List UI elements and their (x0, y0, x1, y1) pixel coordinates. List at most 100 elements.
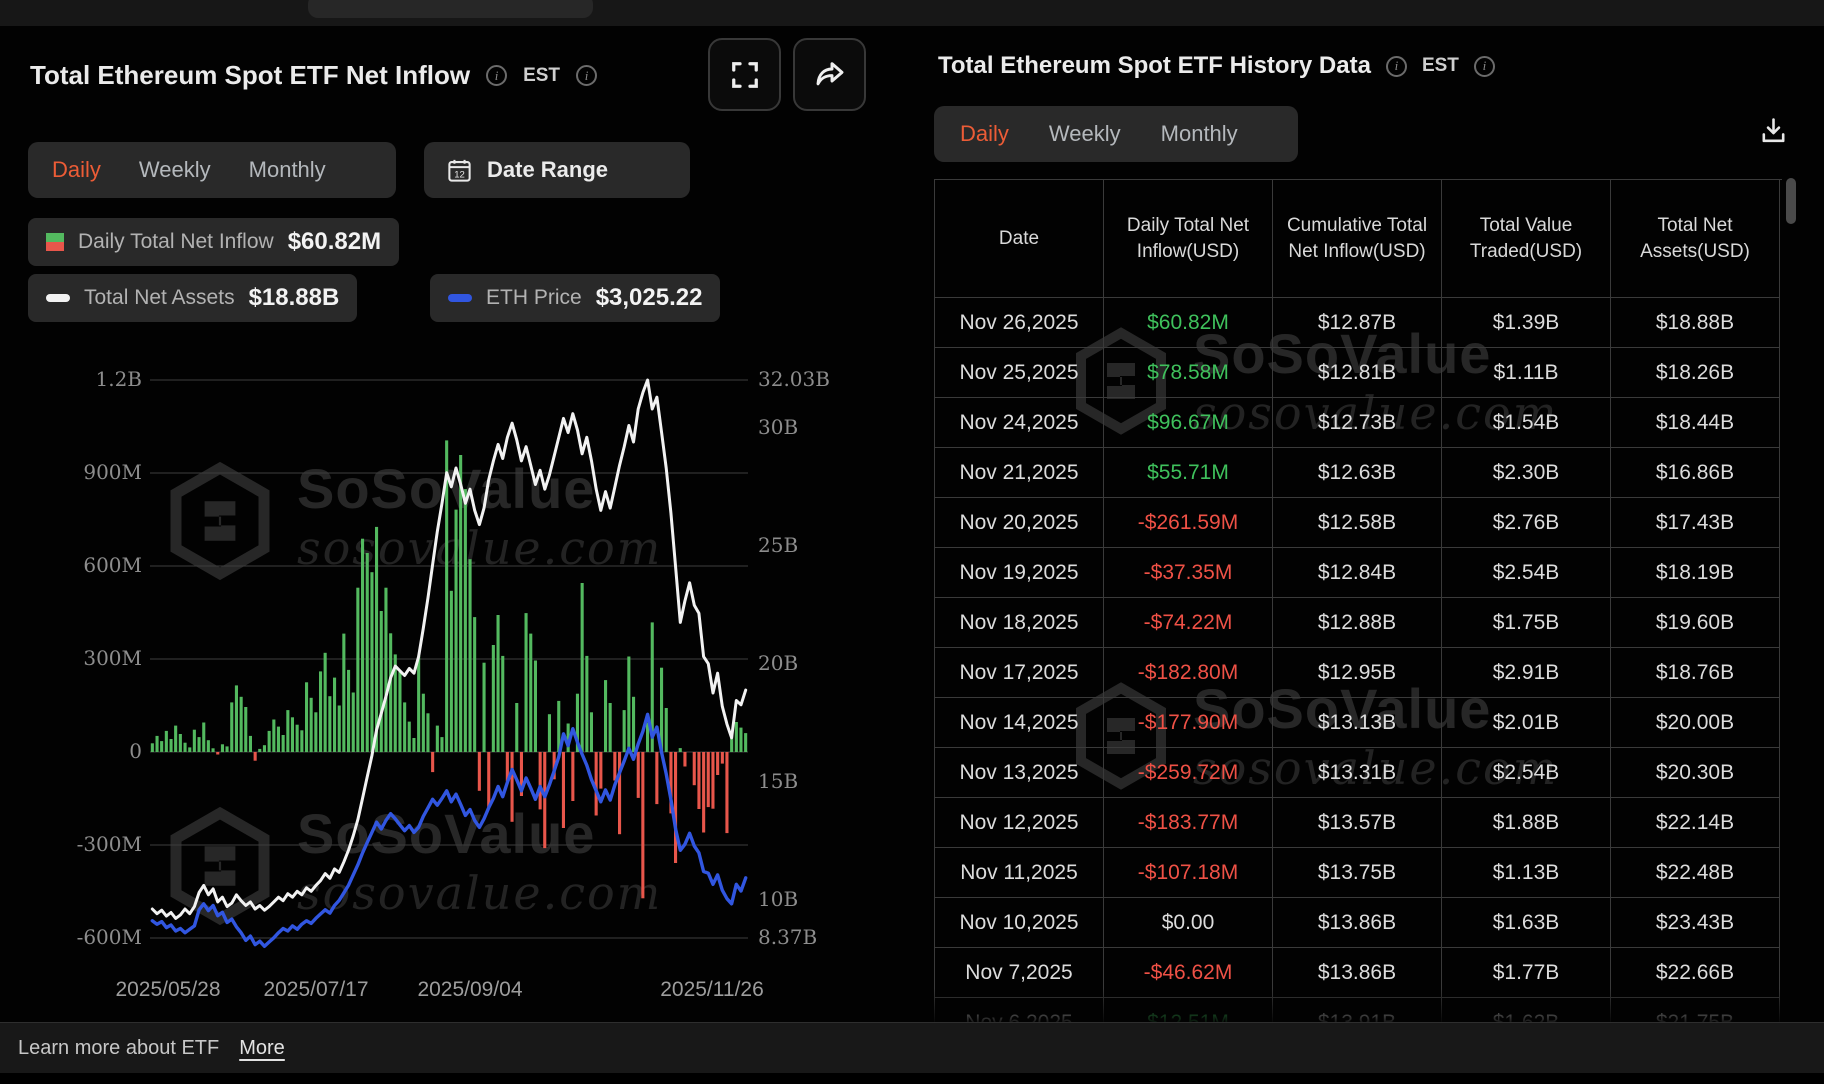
inflow-bar[interactable] (193, 730, 196, 752)
inflow-bar[interactable] (632, 697, 635, 752)
inflow-bar[interactable] (683, 752, 686, 767)
inflow-bar[interactable] (655, 752, 658, 804)
inflow-bar[interactable] (366, 553, 369, 752)
inflow-bar[interactable] (440, 737, 443, 752)
inflow-bar[interactable] (207, 740, 210, 752)
inflow-bar[interactable] (310, 698, 313, 752)
inflow-bar[interactable] (707, 752, 710, 807)
inflow-bar[interactable] (282, 735, 285, 752)
inflow-bar[interactable] (641, 752, 644, 898)
inflow-bar[interactable] (623, 710, 626, 752)
inflow-bar[interactable] (212, 748, 215, 752)
inflow-bar[interactable] (202, 723, 205, 752)
inflow-bar[interactable] (487, 752, 490, 807)
inflow-bar[interactable] (478, 752, 481, 791)
inflow-bar[interactable] (637, 752, 640, 798)
inflow-bar[interactable] (398, 672, 401, 752)
inflow-bar[interactable] (431, 752, 434, 772)
tab-daily[interactable]: Daily (960, 121, 1009, 147)
inflow-bar[interactable] (165, 731, 168, 752)
inflow-bar[interactable] (585, 656, 588, 752)
inflow-bar[interactable] (417, 656, 420, 752)
inflow-bar[interactable] (170, 739, 173, 752)
inflow-bar[interactable] (744, 733, 747, 752)
inflow-bar[interactable] (735, 722, 738, 752)
inflow-bar[interactable] (352, 693, 355, 753)
footer-more-link[interactable]: More (239, 1037, 285, 1060)
inflow-bar[interactable] (240, 697, 243, 752)
inflow-bar[interactable] (702, 752, 705, 833)
inflow-bar[interactable] (226, 746, 229, 752)
inflow-bar[interactable] (459, 455, 462, 752)
inflow-bar[interactable] (263, 745, 266, 752)
inflow-bar[interactable] (179, 734, 182, 752)
inflow-bar[interactable] (455, 510, 458, 752)
inflow-bar[interactable] (412, 738, 415, 752)
inflow-bar[interactable] (300, 730, 303, 752)
inflow-bar[interactable] (347, 670, 350, 752)
inflow-bar[interactable] (403, 702, 406, 752)
inflow-bar[interactable] (590, 712, 593, 752)
inflow-bar[interactable] (249, 736, 252, 752)
inflow-bar[interactable] (333, 678, 336, 752)
download-button[interactable] (1753, 108, 1793, 152)
inflow-bar[interactable] (501, 656, 504, 752)
chart-canvas[interactable] (0, 26, 910, 1022)
inflow-bar[interactable] (469, 559, 472, 752)
inflow-bar[interactable] (697, 752, 700, 809)
inflow-bar[interactable] (725, 752, 728, 833)
info-icon[interactable] (1474, 56, 1495, 77)
inflow-bar[interactable] (693, 752, 696, 785)
inflow-bar[interactable] (244, 707, 247, 752)
inflow-bar[interactable] (258, 749, 261, 752)
inflow-bar[interactable] (464, 489, 467, 752)
inflow-bar[interactable] (679, 748, 682, 752)
inflow-bar[interactable] (291, 717, 294, 752)
inflow-bar[interactable] (156, 736, 159, 752)
inflow-bar[interactable] (319, 671, 322, 752)
inflow-bar[interactable] (221, 744, 224, 752)
inflow-bar[interactable] (160, 741, 163, 752)
inflow-bar[interactable] (151, 743, 154, 752)
inflow-bar[interactable] (627, 657, 630, 753)
inflow-bar[interactable] (711, 752, 714, 809)
inflow-bar[interactable] (529, 634, 532, 752)
inflow-bar[interactable] (674, 752, 677, 863)
inflow-bar[interactable] (384, 588, 387, 752)
inflow-bar[interactable] (198, 737, 201, 752)
inflow-bar[interactable] (665, 708, 668, 752)
inflow-bar[interactable] (604, 680, 607, 752)
inflow-bar[interactable] (235, 685, 238, 752)
inflow-bar[interactable] (188, 747, 191, 752)
info-icon[interactable] (1386, 56, 1407, 77)
inflow-bar[interactable] (436, 726, 439, 752)
inflow-bar[interactable] (571, 752, 574, 801)
inflow-bar[interactable] (525, 613, 528, 752)
scrollbar-thumb[interactable] (1786, 178, 1796, 224)
inflow-bar[interactable] (595, 752, 598, 816)
inflow-bar[interactable] (539, 752, 542, 809)
inflow-bar[interactable] (492, 645, 495, 752)
inflow-bar[interactable] (618, 752, 621, 834)
inflow-bar[interactable] (305, 682, 308, 752)
inflow-bar[interactable] (277, 727, 280, 752)
inflow-bar[interactable] (314, 712, 317, 752)
inflow-bar[interactable] (716, 752, 719, 775)
inflow-bar[interactable] (286, 710, 289, 752)
inflow-bar[interactable] (338, 706, 341, 753)
total-net-assets-line[interactable] (152, 380, 745, 918)
inflow-bar[interactable] (174, 726, 177, 752)
tab-weekly[interactable]: Weekly (1049, 121, 1121, 147)
inflow-bar[interactable] (230, 702, 233, 752)
inflow-bar[interactable] (254, 752, 257, 761)
inflow-bar[interactable] (473, 617, 476, 752)
inflow-bar[interactable] (511, 752, 514, 822)
inflow-bar[interactable] (342, 634, 345, 752)
inflow-bar[interactable] (483, 663, 486, 752)
inflow-bar[interactable] (581, 583, 584, 752)
inflow-bar[interactable] (534, 661, 537, 753)
inflow-bar[interactable] (450, 591, 453, 752)
inflow-bar[interactable] (375, 527, 378, 752)
inflow-bar[interactable] (721, 752, 724, 764)
inflow-bar[interactable] (361, 539, 364, 752)
